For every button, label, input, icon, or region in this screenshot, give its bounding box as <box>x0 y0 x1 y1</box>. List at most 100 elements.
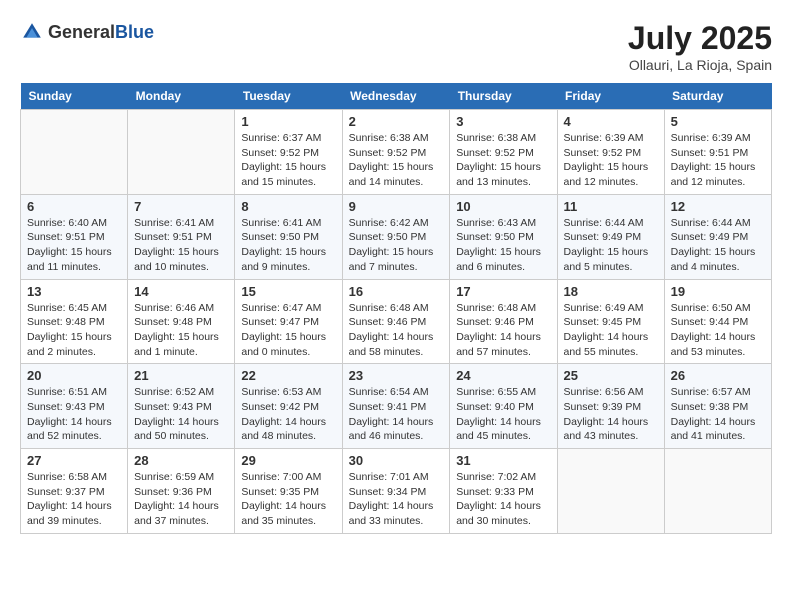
day-number: 17 <box>456 284 550 299</box>
day-info: Sunrise: 7:01 AM Sunset: 9:34 PM Dayligh… <box>349 470 444 529</box>
day-number: 2 <box>349 114 444 129</box>
day-number: 27 <box>27 453 121 468</box>
logo-icon <box>20 20 44 44</box>
day-number: 25 <box>564 368 658 383</box>
week-row-5: 27Sunrise: 6:58 AM Sunset: 9:37 PM Dayli… <box>21 449 772 534</box>
day-number: 4 <box>564 114 658 129</box>
day-info: Sunrise: 7:00 AM Sunset: 9:35 PM Dayligh… <box>241 470 335 529</box>
day-cell-3: 3 Sunrise: 6:38 AM Sunset: 9:52 PM Daylig… <box>450 110 557 195</box>
logo-blue-text: Blue <box>115 22 154 42</box>
day-info: Sunrise: 6:56 AM Sunset: 9:39 PM Dayligh… <box>564 385 658 444</box>
day-number: 21 <box>134 368 228 383</box>
day-cell-10: 10Sunrise: 6:43 AM Sunset: 9:50 PM Dayli… <box>450 194 557 279</box>
day-info: Sunrise: 6:43 AM Sunset: 9:50 PM Dayligh… <box>456 216 550 275</box>
day-info: Sunrise: 6:48 AM Sunset: 9:46 PM Dayligh… <box>456 301 550 360</box>
location-subtitle: Ollauri, La Rioja, Spain <box>628 57 772 73</box>
calendar-header: SundayMondayTuesdayWednesdayThursdayFrid… <box>21 83 772 110</box>
week-row-1: 1 Sunrise: 6:37 AM Sunset: 9:52 PM Daylig… <box>21 110 772 195</box>
day-cell-22: 22 Sunrise: 6:53 AM Sunset: 9:42 PM Dayli… <box>235 364 342 449</box>
day-number: 31 <box>456 453 550 468</box>
day-number: 16 <box>349 284 444 299</box>
empty-cell <box>128 110 235 195</box>
empty-cell <box>557 449 664 534</box>
weekday-header-friday: Friday <box>557 83 664 110</box>
weekday-header-sunday: Sunday <box>21 83 128 110</box>
day-cell-27: 27Sunrise: 6:58 AM Sunset: 9:37 PM Dayli… <box>21 449 128 534</box>
day-number: 20 <box>27 368 121 383</box>
day-number: 23 <box>349 368 444 383</box>
day-info: Sunrise: 6:42 AM Sunset: 9:50 PM Dayligh… <box>349 216 444 275</box>
week-row-3: 13 Sunrise: 6:45 AM Sunset: 9:48 PM Dayli… <box>21 279 772 364</box>
day-info: Sunrise: 7:02 AM Sunset: 9:33 PM Dayligh… <box>456 470 550 529</box>
day-cell-4: 4 Sunrise: 6:39 AM Sunset: 9:52 PM Daylig… <box>557 110 664 195</box>
logo: GeneralBlue <box>20 20 154 44</box>
week-row-4: 20Sunrise: 6:51 AM Sunset: 9:43 PM Dayli… <box>21 364 772 449</box>
day-cell-12: 12Sunrise: 6:44 AM Sunset: 9:49 PM Dayli… <box>664 194 771 279</box>
day-info: Sunrise: 6:59 AM Sunset: 9:36 PM Dayligh… <box>134 470 228 529</box>
page-header: GeneralBlue July 2025 Ollauri, La Rioja,… <box>20 20 772 73</box>
day-cell-24: 24Sunrise: 6:55 AM Sunset: 9:40 PM Dayli… <box>450 364 557 449</box>
day-cell-14: 14 Sunrise: 6:46 AM Sunset: 9:48 PM Dayli… <box>128 279 235 364</box>
weekday-header-row: SundayMondayTuesdayWednesdayThursdayFrid… <box>21 83 772 110</box>
weekday-header-thursday: Thursday <box>450 83 557 110</box>
day-number: 6 <box>27 199 121 214</box>
day-number: 5 <box>671 114 765 129</box>
day-cell-19: 19 Sunrise: 6:50 AM Sunset: 9:44 PM Dayli… <box>664 279 771 364</box>
day-cell-30: 30Sunrise: 7:01 AM Sunset: 9:34 PM Dayli… <box>342 449 450 534</box>
day-info: Sunrise: 6:40 AM Sunset: 9:51 PM Dayligh… <box>27 216 121 275</box>
day-cell-16: 16 Sunrise: 6:48 AM Sunset: 9:46 PM Dayli… <box>342 279 450 364</box>
logo-general-text: General <box>48 22 115 42</box>
day-cell-31: 31 Sunrise: 7:02 AM Sunset: 9:33 PM Dayli… <box>450 449 557 534</box>
day-cell-2: 2 Sunrise: 6:38 AM Sunset: 9:52 PM Daylig… <box>342 110 450 195</box>
day-info: Sunrise: 6:39 AM Sunset: 9:51 PM Dayligh… <box>671 131 765 190</box>
day-number: 3 <box>456 114 550 129</box>
weekday-header-saturday: Saturday <box>664 83 771 110</box>
calendar-table: SundayMondayTuesdayWednesdayThursdayFrid… <box>20 83 772 534</box>
day-info: Sunrise: 6:46 AM Sunset: 9:48 PM Dayligh… <box>134 301 228 360</box>
day-info: Sunrise: 6:54 AM Sunset: 9:41 PM Dayligh… <box>349 385 444 444</box>
day-cell-18: 18Sunrise: 6:49 AM Sunset: 9:45 PM Dayli… <box>557 279 664 364</box>
day-info: Sunrise: 6:50 AM Sunset: 9:44 PM Dayligh… <box>671 301 765 360</box>
day-info: Sunrise: 6:52 AM Sunset: 9:43 PM Dayligh… <box>134 385 228 444</box>
week-row-2: 6 Sunrise: 6:40 AM Sunset: 9:51 PM Daylig… <box>21 194 772 279</box>
day-number: 7 <box>134 199 228 214</box>
day-number: 14 <box>134 284 228 299</box>
weekday-header-monday: Monday <box>128 83 235 110</box>
day-info: Sunrise: 6:38 AM Sunset: 9:52 PM Dayligh… <box>349 131 444 190</box>
day-number: 12 <box>671 199 765 214</box>
day-number: 29 <box>241 453 335 468</box>
day-cell-20: 20Sunrise: 6:51 AM Sunset: 9:43 PM Dayli… <box>21 364 128 449</box>
day-cell-25: 25 Sunrise: 6:56 AM Sunset: 9:39 PM Dayli… <box>557 364 664 449</box>
day-cell-11: 11Sunrise: 6:44 AM Sunset: 9:49 PM Dayli… <box>557 194 664 279</box>
title-block: July 2025 Ollauri, La Rioja, Spain <box>628 20 772 73</box>
day-number: 26 <box>671 368 765 383</box>
day-info: Sunrise: 6:45 AM Sunset: 9:48 PM Dayligh… <box>27 301 121 360</box>
day-info: Sunrise: 6:53 AM Sunset: 9:42 PM Dayligh… <box>241 385 335 444</box>
day-cell-5: 5 Sunrise: 6:39 AM Sunset: 9:51 PM Daylig… <box>664 110 771 195</box>
month-year-title: July 2025 <box>628 20 772 57</box>
day-number: 1 <box>241 114 335 129</box>
day-cell-6: 6 Sunrise: 6:40 AM Sunset: 9:51 PM Daylig… <box>21 194 128 279</box>
day-info: Sunrise: 6:55 AM Sunset: 9:40 PM Dayligh… <box>456 385 550 444</box>
day-info: Sunrise: 6:39 AM Sunset: 9:52 PM Dayligh… <box>564 131 658 190</box>
day-info: Sunrise: 6:57 AM Sunset: 9:38 PM Dayligh… <box>671 385 765 444</box>
day-info: Sunrise: 6:47 AM Sunset: 9:47 PM Dayligh… <box>241 301 335 360</box>
day-cell-8: 8Sunrise: 6:41 AM Sunset: 9:50 PM Daylig… <box>235 194 342 279</box>
day-number: 22 <box>241 368 335 383</box>
day-info: Sunrise: 6:37 AM Sunset: 9:52 PM Dayligh… <box>241 131 335 190</box>
day-cell-23: 23 Sunrise: 6:54 AM Sunset: 9:41 PM Dayli… <box>342 364 450 449</box>
day-info: Sunrise: 6:41 AM Sunset: 9:51 PM Dayligh… <box>134 216 228 275</box>
day-info: Sunrise: 6:48 AM Sunset: 9:46 PM Dayligh… <box>349 301 444 360</box>
weekday-header-tuesday: Tuesday <box>235 83 342 110</box>
day-cell-29: 29 Sunrise: 7:00 AM Sunset: 9:35 PM Dayli… <box>235 449 342 534</box>
day-cell-15: 15Sunrise: 6:47 AM Sunset: 9:47 PM Dayli… <box>235 279 342 364</box>
day-number: 28 <box>134 453 228 468</box>
day-number: 19 <box>671 284 765 299</box>
day-cell-7: 7 Sunrise: 6:41 AM Sunset: 9:51 PM Daylig… <box>128 194 235 279</box>
calendar-body: 1 Sunrise: 6:37 AM Sunset: 9:52 PM Daylig… <box>21 110 772 534</box>
day-cell-1: 1 Sunrise: 6:37 AM Sunset: 9:52 PM Daylig… <box>235 110 342 195</box>
day-cell-9: 9Sunrise: 6:42 AM Sunset: 9:50 PM Daylig… <box>342 194 450 279</box>
day-number: 11 <box>564 199 658 214</box>
day-info: Sunrise: 6:38 AM Sunset: 9:52 PM Dayligh… <box>456 131 550 190</box>
day-number: 13 <box>27 284 121 299</box>
